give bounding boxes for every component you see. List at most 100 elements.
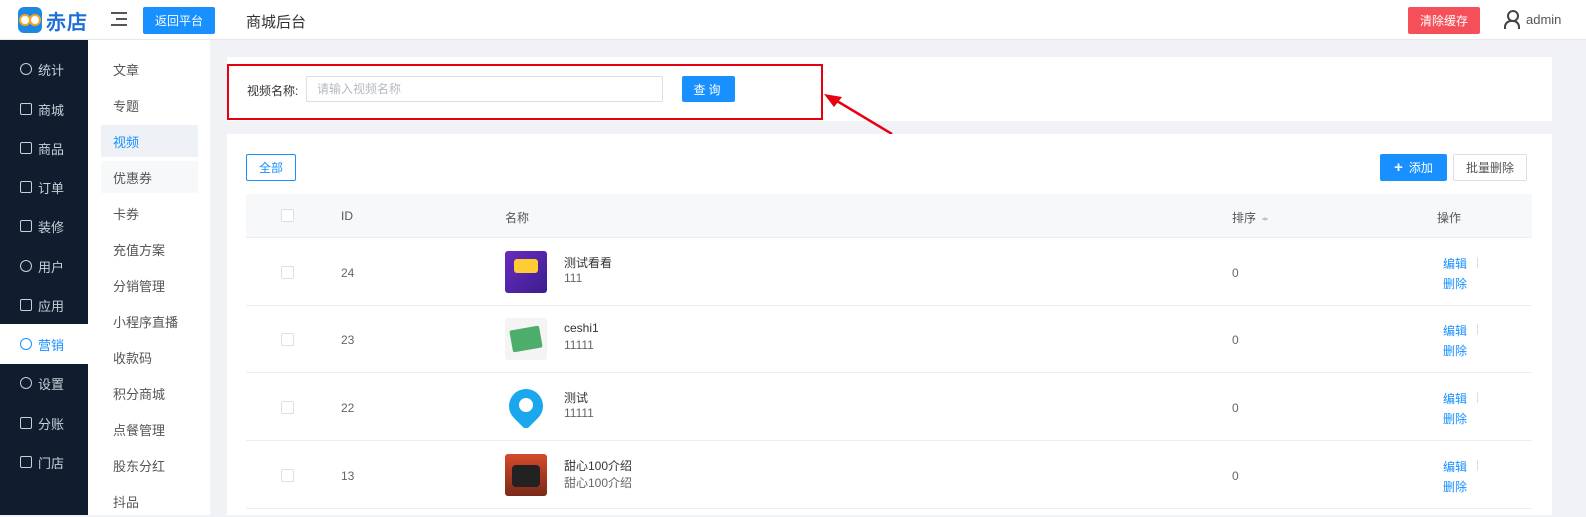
submenu-item-qrcode[interactable]: 收款码: [101, 341, 198, 373]
divider: [1477, 257, 1478, 268]
stats-icon: [20, 63, 32, 75]
sidebar-item-app[interactable]: 应用: [0, 285, 88, 325]
edit-link[interactable]: 编辑: [1443, 458, 1467, 475]
video-thumbnail: [505, 454, 547, 496]
sidebar-item-label: 门店: [38, 455, 65, 471]
user-icon: [20, 260, 32, 272]
video-subtitle: 11111: [564, 338, 594, 352]
row-id: 24: [341, 266, 355, 280]
submenu-item-video[interactable]: 视频: [101, 125, 198, 157]
delete-link[interactable]: 删除: [1443, 275, 1467, 292]
video-title: 甜心100介绍: [564, 459, 633, 473]
video-thumbnail: [505, 318, 547, 360]
edit-link[interactable]: 编辑: [1443, 390, 1467, 407]
row-id: 23: [341, 333, 355, 347]
table-row: 23 ceshi1 11111 0 编辑 删除: [246, 305, 1532, 373]
submenu-item-douyin[interactable]: 抖品: [101, 485, 198, 517]
add-button[interactable]: + 添加: [1380, 154, 1447, 181]
menu-toggle-icon[interactable]: [111, 12, 127, 26]
table-header: ID 名称 排序 操作: [246, 194, 1532, 238]
submenu-item-article[interactable]: 文章: [101, 53, 198, 85]
sidebar-item-stats[interactable]: 统计: [0, 49, 88, 89]
store-icon: [20, 456, 32, 468]
marketing-icon: [20, 338, 32, 350]
delete-link[interactable]: 删除: [1443, 410, 1467, 427]
video-subtitle: 111: [564, 271, 583, 285]
column-header-name: 名称: [505, 211, 530, 225]
owl-logo-icon: [18, 7, 42, 33]
sidebar-item-user[interactable]: 用户: [0, 246, 88, 286]
sidebar-item-label: 营销: [38, 337, 65, 353]
sidebar-item-store[interactable]: 门店: [0, 442, 88, 482]
sidebar-item-marketing[interactable]: 营销: [0, 324, 88, 364]
column-header-id: ID: [341, 209, 353, 223]
sidebar-item-label: 设置: [38, 376, 65, 392]
table-row: 13 甜心100介绍 甜心100介绍 0 编辑 删除: [246, 441, 1532, 509]
user-icon: [1504, 10, 1520, 29]
row-id: 13: [341, 469, 355, 483]
table-row: 24 测试看看 111 0 编辑 删除: [246, 238, 1532, 306]
clear-cache-button[interactable]: 清除缓存: [1408, 7, 1480, 34]
row-checkbox[interactable]: [281, 266, 294, 279]
delete-link[interactable]: 删除: [1443, 478, 1467, 495]
order-icon: [20, 181, 32, 193]
page-title: 商城后台: [246, 14, 307, 31]
plus-icon: +: [1394, 159, 1403, 176]
delete-link[interactable]: 删除: [1443, 342, 1467, 359]
row-checkbox[interactable]: [281, 333, 294, 346]
submenu-item-topic[interactable]: 专题: [101, 89, 198, 121]
row-checkbox[interactable]: [281, 401, 294, 414]
sidebar-item-label: 商品: [38, 141, 65, 157]
sidebar-item-label: 商城: [38, 102, 65, 118]
sidebar-item-label: 应用: [38, 298, 65, 314]
divider: [1477, 460, 1478, 471]
main-sidebar: 统计 商城 商品 订单 装修 用户 应用 营销 设置 分账 门店: [0, 40, 88, 515]
shop-icon: [20, 103, 32, 115]
table-row: 22 测试 11111 0 编辑 删除: [246, 373, 1532, 441]
sidebar-item-goods[interactable]: 商品: [0, 128, 88, 168]
submenu-item-recharge[interactable]: 充值方案: [101, 233, 198, 265]
video-title: 测试看看: [564, 256, 613, 270]
annotation-highlight-box: [227, 64, 823, 120]
sidebar-item-decorate[interactable]: 装修: [0, 206, 88, 246]
submenu-item-distribution[interactable]: 分销管理: [101, 269, 198, 301]
edit-link[interactable]: 编辑: [1443, 322, 1467, 339]
video-title: ceshi1: [564, 321, 599, 335]
sidebar-item-label: 分账: [38, 416, 65, 432]
divider: [1477, 392, 1478, 403]
row-sort: 0: [1232, 401, 1239, 415]
row-checkbox[interactable]: [281, 469, 294, 482]
back-to-platform-button[interactable]: 返回平台: [143, 7, 215, 34]
row-sort: 0: [1232, 266, 1239, 280]
batch-delete-button[interactable]: 批量删除: [1453, 154, 1527, 181]
tab-all[interactable]: 全部: [246, 154, 296, 181]
app-icon: [20, 299, 32, 311]
top-header: 赤店 返回平台 商城后台 清除缓存 admin: [0, 0, 1586, 40]
submenu-item-live[interactable]: 小程序直播: [101, 305, 198, 337]
logo[interactable]: 赤店: [18, 4, 88, 36]
submenu-item-card[interactable]: 卡券: [101, 197, 198, 229]
submenu-item-points-mall[interactable]: 积分商城: [101, 377, 198, 409]
row-sort: 0: [1232, 469, 1239, 483]
sidebar-item-split[interactable]: 分账: [0, 403, 88, 443]
sort-label: 排序: [1232, 211, 1257, 225]
divider: [1477, 324, 1478, 335]
video-thumbnail: [505, 386, 547, 428]
video-subtitle: 甜心100介绍: [564, 476, 633, 490]
select-all-checkbox[interactable]: [281, 209, 294, 222]
row-id: 22: [341, 401, 355, 415]
sidebar-item-shop[interactable]: 商城: [0, 89, 88, 129]
user-menu[interactable]: admin: [1504, 10, 1561, 29]
sidebar-item-order[interactable]: 订单: [0, 167, 88, 207]
logo-text: 赤店: [46, 11, 88, 34]
sidebar-item-settings[interactable]: 设置: [0, 363, 88, 403]
column-header-sort[interactable]: 排序: [1232, 209, 1269, 226]
sort-caret-icon[interactable]: [1262, 214, 1269, 224]
video-thumbnail: [505, 251, 547, 293]
submenu-item-coupon[interactable]: 优惠券: [101, 161, 198, 193]
submenu-item-dividend[interactable]: 股东分红: [101, 449, 198, 481]
split-icon: [20, 417, 32, 429]
edit-link[interactable]: 编辑: [1443, 255, 1467, 272]
submenu-item-ordering[interactable]: 点餐管理: [101, 413, 198, 445]
submenu: 文章 专题 视频 优惠券 卡券 充值方案 分销管理 小程序直播 收款码 积分商城…: [88, 40, 210, 515]
